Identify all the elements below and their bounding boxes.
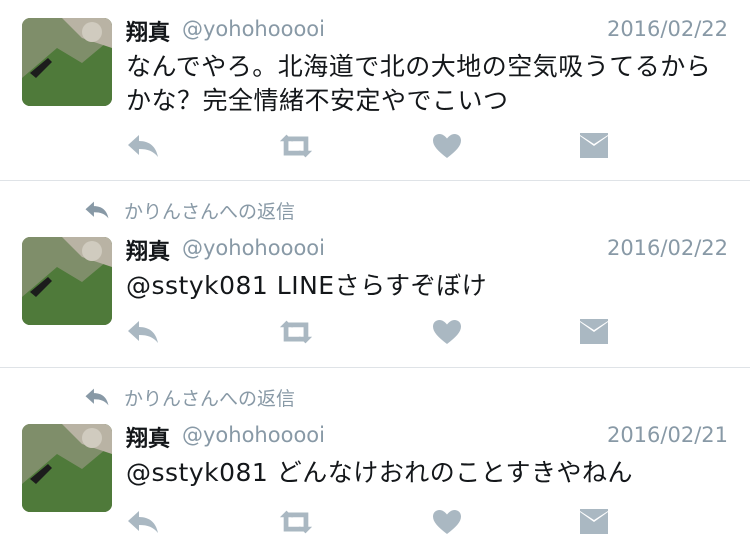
heart-icon [433, 510, 461, 534]
retweet-button[interactable] [278, 507, 314, 537]
reply-context-label: かりんさんへの返信 [124, 200, 296, 223]
avatar-photo [22, 424, 112, 512]
heart-icon [433, 320, 461, 344]
timestamp[interactable]: 2016/02/22 [607, 17, 728, 41]
display-name[interactable]: 翔真 [126, 15, 170, 47]
like-button[interactable] [429, 317, 465, 347]
reply-context-label: かりんさんへの返信 [124, 387, 296, 410]
reply-context[interactable]: かりんさんへの返信 [84, 198, 296, 223]
like-button[interactable] [429, 507, 465, 537]
tweet-text-line: @sstyk081 LINEさらすぞぼけ [126, 271, 488, 300]
reply-button[interactable] [125, 131, 161, 161]
tweet-text-line: @sstyk081 どんなけおれのことすきやねん [126, 458, 634, 487]
display-name[interactable]: 翔真 [126, 234, 170, 266]
retweet-button[interactable] [278, 317, 314, 347]
avatar[interactable] [22, 424, 112, 512]
direct-message-button[interactable] [576, 131, 612, 161]
reply-context[interactable]: かりんさんへの返信 [84, 385, 296, 410]
retweet-icon [279, 134, 313, 158]
heart-icon [433, 134, 461, 158]
envelope-icon [580, 509, 608, 534]
envelope-icon [580, 319, 608, 344]
avatar[interactable] [22, 18, 112, 106]
tweet[interactable]: かりんさんへの返信 翔真 @yohohooooi 2016/02/22 @sst… [0, 181, 750, 366]
reply-button[interactable] [125, 317, 161, 347]
handle[interactable]: @yohohooooi [182, 423, 325, 447]
display-name[interactable]: 翔真 [126, 421, 170, 453]
tweet-text-line: なんでやろ。北海道で北の大地の空気吸うてるから [126, 52, 712, 81]
avatar-photo [22, 18, 112, 106]
avatar[interactable] [22, 237, 112, 325]
reply-icon [128, 321, 158, 343]
tweet-text-line: かな？完全情緒不安定やでこいつ [126, 86, 509, 115]
like-button[interactable] [429, 131, 465, 161]
timestamp[interactable]: 2016/02/21 [607, 423, 728, 447]
tweet[interactable]: かりんさんへの返信 翔真 @yohohooooi 2016/02/21 @sst… [0, 368, 750, 553]
envelope-icon [580, 133, 608, 158]
retweet-icon [279, 320, 313, 344]
timestamp[interactable]: 2016/02/22 [607, 236, 728, 260]
reply-icon [85, 388, 109, 406]
reply-icon [128, 511, 158, 533]
handle[interactable]: @yohohooooi [182, 236, 325, 260]
tweet[interactable]: 翔真 @yohohooooi 2016/02/22 なんでやろ。北海道で北の大地… [0, 0, 750, 180]
reply-button[interactable] [125, 507, 161, 537]
direct-message-button[interactable] [576, 317, 612, 347]
avatar-photo [22, 237, 112, 325]
tweet-text: なんでやろ。北海道で北の大地の空気吸うてるから かな？完全情緒不安定やでこいつ [126, 50, 736, 118]
tweet-text: @sstyk081 LINEさらすぞぼけ [126, 269, 736, 303]
retweet-button[interactable] [278, 131, 314, 161]
reply-icon [85, 201, 109, 219]
retweet-icon [279, 510, 313, 534]
direct-message-button[interactable] [576, 507, 612, 537]
reply-icon [128, 135, 158, 157]
handle[interactable]: @yohohooooi [182, 17, 325, 41]
tweet-text: @sstyk081 どんなけおれのことすきやねん [126, 456, 736, 490]
